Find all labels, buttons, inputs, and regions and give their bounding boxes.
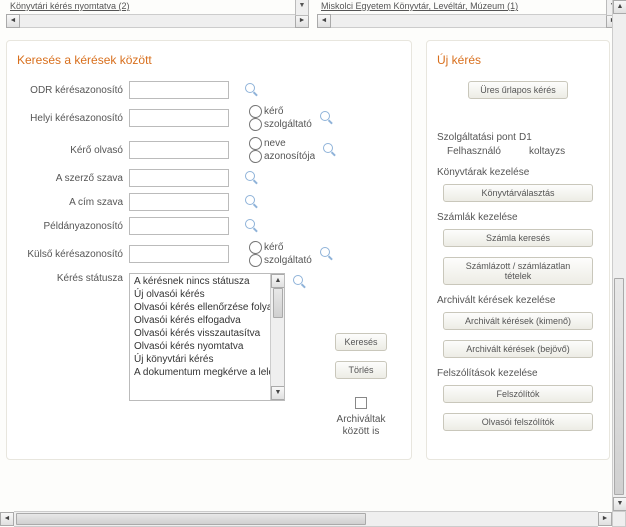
status-option[interactable]: Olvasói kérés visszautasítva: [130, 327, 284, 340]
peldany-input[interactable]: [129, 217, 229, 235]
status-option[interactable]: A dokumentum megkérve a lelőhelyről: [130, 366, 284, 379]
search-title: Keresés a kérések között: [17, 53, 401, 67]
label-odr: ODR kérésazonosító: [17, 85, 129, 96]
scroll-thumb[interactable]: [614, 278, 624, 495]
label-status: Kérés státusza: [17, 273, 129, 284]
search-panel: Keresés a kérések között ODR kérésazonos…: [6, 40, 412, 460]
scroll-down-icon[interactable]: ▼: [613, 497, 626, 511]
search-icon[interactable]: [245, 171, 259, 185]
scroll-up-icon[interactable]: ▲: [271, 274, 285, 288]
label-kulso: Külső kérésazonosító: [17, 249, 129, 260]
status-option[interactable]: Új könyvtári kérés: [130, 353, 284, 366]
scroll-track[interactable]: [20, 14, 295, 28]
invoice-items-button[interactable]: Számlázott / számlázatlan tételek: [443, 257, 593, 285]
radio-azonositoja[interactable]: azonosítója: [249, 150, 315, 163]
archived-in-button[interactable]: Archivált kérések (bejövő): [443, 340, 593, 358]
archive-label: Archiváltak között is: [329, 414, 393, 438]
page-hscrollbar[interactable]: ◄ ►: [0, 511, 612, 527]
label-helyi: Helyi kérésazonosító: [17, 113, 129, 124]
new-request-title: Új kérés: [437, 53, 599, 67]
empty-form-button[interactable]: Üres űrlapos kérés: [468, 81, 568, 99]
mini-hscroll[interactable]: ◄ ►: [6, 14, 309, 28]
radio-kero[interactable]: kérő: [249, 241, 312, 254]
status-listbox[interactable]: A kérésnek nincs státuszaÚj olvasói kéré…: [129, 273, 285, 401]
top-right-panel: Miskolci Egyetem Könyvtár, Levéltár, Múz…: [317, 0, 620, 28]
listbox-scrollbar[interactable]: ▲ ▼: [270, 274, 284, 400]
scroll-thumb[interactable]: [273, 288, 283, 318]
odr-input[interactable]: [129, 81, 229, 99]
search-icon[interactable]: [245, 83, 259, 97]
radio-kero[interactable]: kérő: [249, 105, 312, 118]
scroll-right-icon[interactable]: ►: [598, 512, 612, 526]
scroll-thumb[interactable]: [16, 513, 366, 525]
scroll-left-icon[interactable]: ◄: [6, 14, 20, 28]
section-reminders: Felszólítások kezelése: [437, 368, 599, 379]
section-archived: Archivált kérések kezelése: [437, 295, 599, 306]
kulso-input[interactable]: [129, 245, 229, 263]
section-libraries: Könyvtárak kezelése: [437, 167, 599, 178]
library-select-button[interactable]: Könyvtárválasztás: [443, 184, 593, 202]
status-option[interactable]: Olvasói kérés ellenőrzése folyamatban: [130, 301, 284, 314]
search-icon[interactable]: [323, 143, 337, 157]
archived-out-button[interactable]: Archivált kérések (kimenő): [443, 312, 593, 330]
clear-button[interactable]: Törlés: [335, 361, 387, 379]
olvaso-input[interactable]: [129, 141, 229, 159]
section-invoices: Számlák kezelése: [437, 212, 599, 223]
user-row: Felhasználókoltayzs: [447, 146, 599, 157]
search-icon[interactable]: [245, 195, 259, 209]
scroll-left-icon[interactable]: ◄: [317, 14, 331, 28]
top-left-link[interactable]: Könyvtári kérés nyomtatva (2): [6, 0, 134, 12]
label-cim: A cím szava: [17, 197, 129, 208]
mini-scroll-down[interactable]: [295, 0, 309, 16]
cim-input[interactable]: [129, 193, 229, 211]
label-peldany: Példányazonosító: [17, 221, 129, 232]
scroll-down-icon[interactable]: ▼: [271, 386, 285, 400]
scroll-left-icon[interactable]: ◄: [0, 512, 14, 526]
reader-reminders-button[interactable]: Olvasói felszólítók: [443, 413, 593, 431]
scroll-right-icon[interactable]: ►: [295, 14, 309, 28]
new-request-panel: Új kérés Üres űrlapos kérés Szolgáltatás…: [426, 40, 610, 460]
scroll-up-icon[interactable]: ▲: [613, 0, 626, 14]
status-option[interactable]: Olvasói kérés elfogadva: [130, 314, 284, 327]
radio-neve[interactable]: neve: [249, 137, 315, 150]
invoice-search-button[interactable]: Számla keresés: [443, 229, 593, 247]
top-left-panel: Könyvtári kérés nyomtatva (2) ◄ ►: [6, 0, 309, 28]
search-icon[interactable]: [320, 247, 334, 261]
label-szerzo: A szerző szava: [17, 173, 129, 184]
search-button[interactable]: Keresés: [335, 333, 387, 351]
szerzo-input[interactable]: [129, 169, 229, 187]
reminders-button[interactable]: Felszólítók: [443, 385, 593, 403]
page-vscrollbar[interactable]: ▲ ▼: [612, 0, 626, 511]
radio-szolgaltato[interactable]: szolgáltató: [249, 254, 312, 267]
status-option[interactable]: A kérésnek nincs státusza: [130, 275, 284, 288]
search-icon[interactable]: [293, 275, 307, 289]
status-option[interactable]: Olvasói kérés nyomtatva: [130, 340, 284, 353]
mini-hscroll[interactable]: ◄ ►: [317, 14, 620, 28]
helyi-input[interactable]: [129, 109, 229, 127]
search-icon[interactable]: [320, 111, 334, 125]
label-olvaso: Kérő olvasó: [17, 145, 129, 156]
top-right-link[interactable]: Miskolci Egyetem Könyvtár, Levéltár, Múz…: [317, 0, 522, 12]
scroll-corner: [612, 511, 626, 527]
scroll-track[interactable]: [331, 14, 606, 28]
status-option[interactable]: Új olvasói kérés: [130, 288, 284, 301]
service-point-row: Szolgáltatási pontD1: [437, 132, 599, 143]
radio-szolgaltato[interactable]: szolgáltató: [249, 118, 312, 131]
search-icon[interactable]: [245, 219, 259, 233]
archive-checkbox[interactable]: [355, 397, 367, 409]
